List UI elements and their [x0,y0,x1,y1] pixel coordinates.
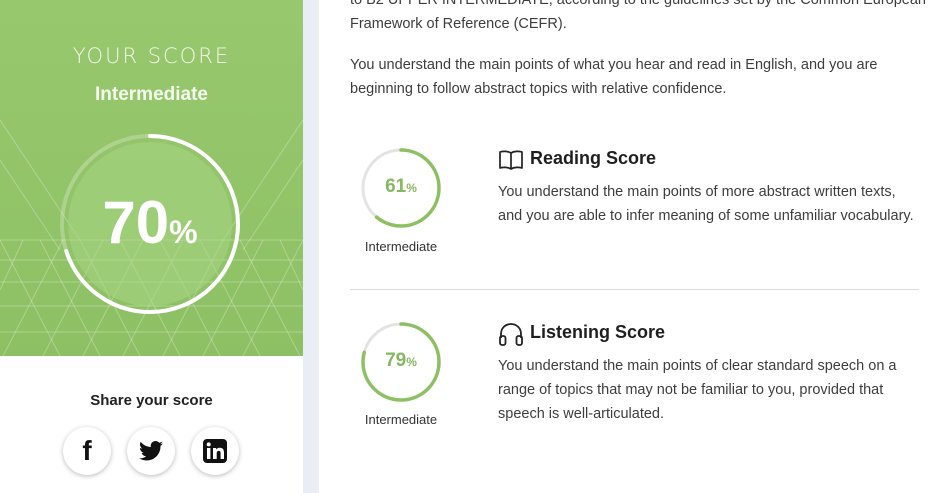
score-card: YOUR SCORE Intermediate 70% [0,0,303,356]
listening-score-number: 79 [385,350,407,371]
reading-score-unit: % [406,181,417,195]
reading-level: Intermediate [364,239,438,254]
twitter-icon [139,441,163,461]
overall-score-value: 70% [55,188,245,257]
overall-score-unit: % [169,214,198,250]
twitter-share-button[interactable] [127,427,175,475]
summary-description: You understand the main points of what y… [350,57,878,97]
facebook-share-button[interactable]: f [63,427,111,475]
listening-score-description: You understand the main points of clear … [498,358,897,422]
share-title: Share your score [90,392,213,409]
listening-score-title: Listening Score [530,322,666,342]
results-content: to B2 UPPER INTERMEDIATE, according to t… [319,0,948,493]
reading-score-description: You understand the main points of more a… [498,184,914,224]
reading-score-title: Reading Score [530,148,657,168]
linkedin-icon [203,439,227,463]
linkedin-share-button[interactable] [191,427,239,475]
listening-level: Intermediate [364,412,438,427]
summary-intro: to B2 UPPER INTERMEDIATE, according to t… [350,0,926,32]
book-icon [499,150,523,170]
listening-score-value: 79% [359,350,443,372]
section-divider [350,289,919,290]
score-panel: YOUR SCORE Intermediate 70% Share your s… [0,0,303,493]
overall-score-number: 70 [102,189,170,256]
reading-score-number: 61 [385,176,407,197]
reading-score-value: 61% [359,176,443,198]
overall-level: Intermediate [95,84,208,105]
headphones-icon [499,323,523,346]
facebook-icon: f [82,435,92,466]
listening-score-unit: % [406,355,417,369]
your-score-heading: YOUR SCORE [72,44,231,68]
